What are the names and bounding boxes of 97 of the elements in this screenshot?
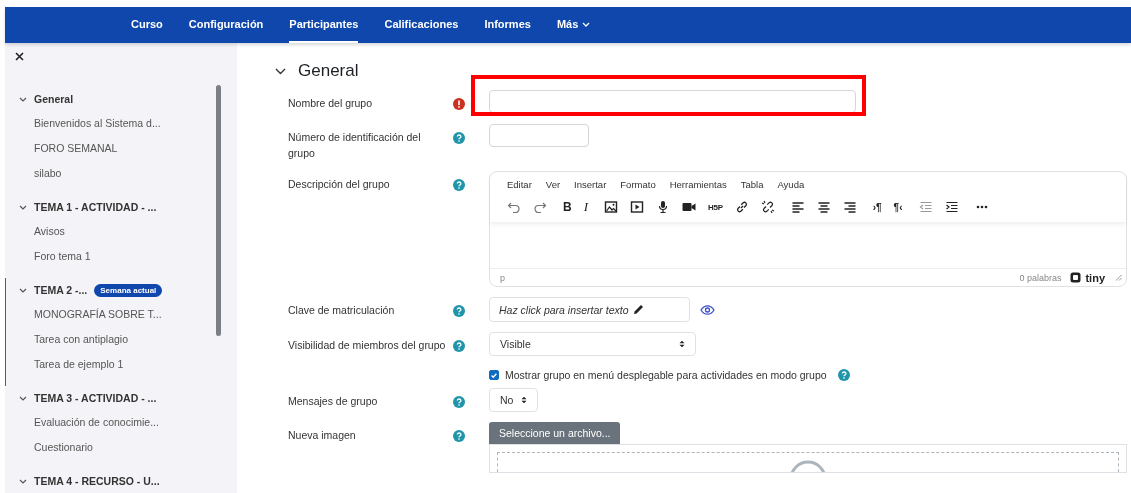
media-button[interactable]: [630, 199, 644, 215]
eye-icon[interactable]: [700, 304, 715, 315]
alignleft-icon: [790, 200, 805, 214]
tiny-logo-icon: [1070, 272, 1082, 283]
redo-icon: [533, 200, 547, 214]
unlink-icon: [760, 200, 775, 214]
activity-link[interactable]: Cuestionario: [19, 435, 237, 460]
chevron-down-icon[interactable]: [19, 204, 27, 210]
editor-menu-item[interactable]: Editar: [507, 179, 532, 190]
checkbox[interactable]: [489, 370, 499, 380]
bold-button[interactable]: B: [563, 199, 572, 215]
section-link[interactable]: TEMA 3 - ACTIVIDAD - ...: [34, 392, 157, 404]
outdent-button[interactable]: [918, 199, 933, 215]
nav-tab[interactable]: Informes: [484, 7, 531, 43]
field-label: Número de identificación del grupo: [288, 130, 422, 161]
pencil-icon: [632, 304, 644, 315]
section-link[interactable]: TEMA 1 - ACTIVIDAD - ...: [34, 201, 157, 213]
chevron-down-icon[interactable]: [19, 96, 27, 102]
sort-caret-icon: [679, 340, 685, 348]
chevron-down-icon[interactable]: [275, 67, 286, 75]
chevron-down-icon[interactable]: [19, 478, 27, 484]
field-label: Mensajes de grupo: [288, 394, 379, 409]
editor-menu-item[interactable]: Formato: [620, 179, 656, 190]
video-icon: [682, 200, 696, 214]
nav-tab[interactable]: Curso: [131, 7, 163, 43]
activity-link[interactable]: Tarea con antiplagio: [19, 327, 237, 352]
media-icon: [630, 200, 644, 214]
help-icon[interactable]: [453, 430, 465, 442]
indent-icon: [944, 200, 959, 214]
link-icon: [734, 200, 749, 214]
editor-menu-item[interactable]: Ayuda: [777, 179, 805, 190]
editor-menu-item[interactable]: Herramientas: [669, 179, 727, 190]
italic-button[interactable]: I: [583, 199, 588, 215]
unlink-button[interactable]: [760, 199, 775, 215]
chevron-down-icon[interactable]: [19, 395, 27, 401]
section-heading: General: [298, 61, 359, 81]
help-icon[interactable]: [453, 305, 465, 317]
chevron-down-icon[interactable]: [19, 287, 27, 293]
link-button[interactable]: [734, 199, 749, 215]
nav-tab[interactable]: Calificaciones: [384, 7, 459, 43]
help-icon[interactable]: [453, 396, 465, 408]
rtl-button[interactable]: ¶‹: [893, 199, 903, 215]
section-link[interactable]: General: [34, 93, 74, 105]
text-input[interactable]: [489, 124, 589, 147]
activity-link[interactable]: Avisos: [19, 219, 237, 244]
editor-menu-item[interactable]: Ver: [545, 179, 561, 190]
dropdown-select[interactable]: No: [489, 388, 539, 412]
help-icon[interactable]: [453, 132, 465, 144]
field-label: Descripción del grupo: [288, 177, 391, 192]
aligncenter-button[interactable]: [816, 199, 831, 215]
element-path: p: [500, 272, 505, 283]
nav-tab[interactable]: Más: [556, 7, 591, 43]
field-label: Clave de matriculación: [288, 303, 396, 318]
mic-button[interactable]: [656, 199, 670, 215]
mic-icon: [656, 200, 670, 214]
activity-link[interactable]: Evaluación de conocimie...: [19, 410, 237, 435]
activity-link[interactable]: silabo: [19, 161, 237, 186]
text-input[interactable]: [489, 90, 856, 113]
activity-link[interactable]: MONOGRAFÍA SOBRE T...: [19, 302, 237, 327]
help-icon[interactable]: [837, 369, 850, 381]
alignright-icon: [842, 200, 857, 214]
close-icon[interactable]: [15, 52, 24, 61]
dropdown-select[interactable]: Visible: [489, 332, 696, 356]
activity-link[interactable]: Tarea de ejemplo 1: [19, 352, 237, 377]
h5p-button[interactable]: H5P: [708, 199, 723, 215]
word-count: 0 palabras: [1019, 272, 1062, 283]
tiny-brand-text: tiny: [1085, 271, 1105, 284]
resize-handle-icon[interactable]: [1115, 274, 1122, 281]
undo-icon: [507, 200, 521, 214]
field-label: Nombre del grupo: [288, 96, 374, 111]
field-label: Nueva imagen: [288, 428, 357, 443]
field-label: Visibilidad de miembros del grupo: [288, 338, 447, 353]
editor-menu-item[interactable]: Tabla: [740, 179, 764, 190]
choose-file-button[interactable]: Seleccione un archivo...: [489, 422, 621, 444]
alignleft-button[interactable]: [790, 199, 805, 215]
click-to-edit-field[interactable]: Haz click para insertar texto: [489, 297, 690, 322]
nav-tab[interactable]: Configuración: [188, 7, 264, 43]
current-week-badge: Semana actual: [94, 283, 163, 297]
section-link[interactable]: TEMA 4 - RECURSO - U...: [34, 475, 160, 487]
ltr-button[interactable]: ›¶: [872, 199, 882, 215]
activity-link[interactable]: Bienvenidos al Sistema d...: [19, 111, 237, 136]
image-icon: [604, 200, 618, 214]
outdent-icon: [918, 200, 933, 214]
aligncenter-icon: [816, 200, 831, 214]
image-button[interactable]: [604, 199, 618, 215]
alignright-button[interactable]: [842, 199, 857, 215]
editor-menu-item[interactable]: Insertar: [574, 179, 607, 190]
sort-caret-icon: [521, 396, 528, 404]
nav-tab[interactable]: Participantes: [289, 7, 359, 43]
scrollbar-thumb[interactable]: [216, 85, 221, 336]
help-icon[interactable]: [453, 179, 465, 191]
indent-button[interactable]: [944, 199, 959, 215]
activity-link[interactable]: Foro tema 1: [19, 244, 237, 269]
activity-link[interactable]: FORO SEMANAL: [19, 136, 237, 161]
help-icon[interactable]: [453, 340, 465, 352]
checkbox-label: Mostrar grupo en menú desplegable para actividades en modo grupo: [505, 369, 827, 381]
section-link[interactable]: TEMA 2 -...: [34, 284, 88, 296]
